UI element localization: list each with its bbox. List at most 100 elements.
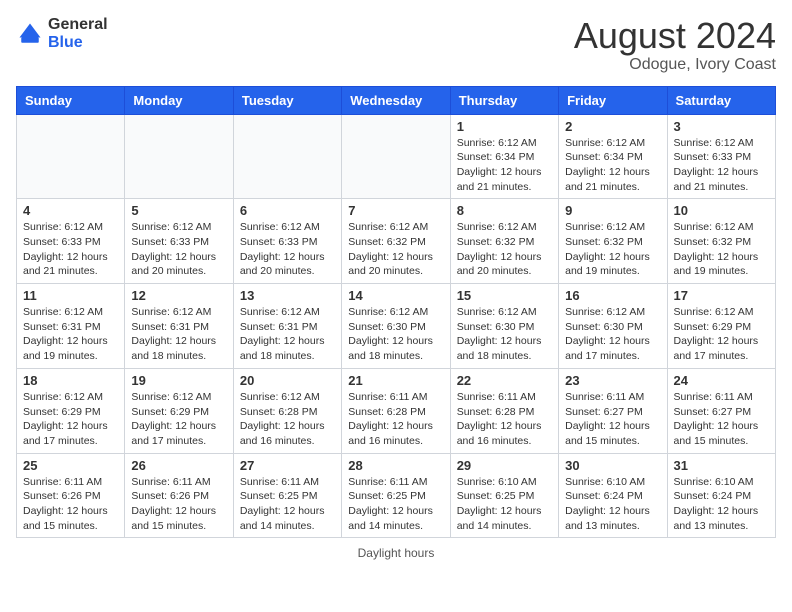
day-cell: 5Sunrise: 6:12 AM Sunset: 6:33 PM Daylig…: [125, 199, 233, 284]
day-cell: 9Sunrise: 6:12 AM Sunset: 6:32 PM Daylig…: [559, 199, 667, 284]
day-info: Sunrise: 6:12 AM Sunset: 6:30 PM Dayligh…: [457, 305, 552, 364]
day-info: Sunrise: 6:11 AM Sunset: 6:27 PM Dayligh…: [565, 390, 660, 449]
day-number: 20: [240, 373, 335, 388]
column-header-thursday: Thursday: [450, 86, 558, 114]
column-header-saturday: Saturday: [667, 86, 775, 114]
logo-blue-text: Blue: [48, 34, 108, 52]
footer-note: Daylight hours: [16, 546, 776, 560]
day-number: 3: [674, 119, 769, 134]
day-info: Sunrise: 6:11 AM Sunset: 6:25 PM Dayligh…: [348, 475, 443, 534]
day-cell: 20 Sunrise: 6:12 AM Sunset: 6:28 PM Dayli…: [233, 368, 341, 453]
day-cell: [17, 114, 125, 199]
week-row-4: 18Sunrise: 6:12 AM Sunset: 6:29 PM Dayli…: [17, 368, 776, 453]
day-cell: 24Sunrise: 6:11 AM Sunset: 6:27 PM Dayli…: [667, 368, 775, 453]
day-info: Sunrise: 6:12 AM Sunset: 6:34 PM Dayligh…: [565, 136, 660, 195]
week-row-1: 1 Sunrise: 6:12 AM Sunset: 6:34 PM Daylig…: [17, 114, 776, 199]
day-info: Sunrise: 6:12 AM Sunset: 6:28 PM Dayligh…: [240, 390, 335, 449]
day-info: Sunrise: 6:12 AM Sunset: 6:33 PM Dayligh…: [240, 220, 335, 279]
day-cell: 26Sunrise: 6:11 AM Sunset: 6:26 PM Dayli…: [125, 453, 233, 538]
day-number: 15: [457, 288, 552, 303]
day-cell: 2 Sunrise: 6:12 AM Sunset: 6:34 PM Daylig…: [559, 114, 667, 199]
day-info: Sunrise: 6:10 AM Sunset: 6:25 PM Dayligh…: [457, 475, 552, 534]
column-header-friday: Friday: [559, 86, 667, 114]
day-cell: 17Sunrise: 6:12 AM Sunset: 6:29 PM Dayli…: [667, 284, 775, 369]
day-info: Sunrise: 6:12 AM Sunset: 6:34 PM Dayligh…: [457, 136, 552, 195]
day-cell: 10 Sunrise: 6:12 AM Sunset: 6:32 PM Dayli…: [667, 199, 775, 284]
day-info: Sunrise: 6:12 AM Sunset: 6:30 PM Dayligh…: [348, 305, 443, 364]
day-info: Sunrise: 6:12 AM Sunset: 6:32 PM Dayligh…: [457, 220, 552, 279]
day-cell: 31 Sunrise: 6:10 AM Sunset: 6:24 PM Dayli…: [667, 453, 775, 538]
day-number: 23: [565, 373, 660, 388]
day-number: 5: [131, 203, 226, 218]
day-cell: 7Sunrise: 6:12 AM Sunset: 6:32 PM Daylig…: [342, 199, 450, 284]
month-year-title: August 2024: [574, 16, 776, 56]
logo-icon: [16, 20, 44, 48]
day-number: 1: [457, 119, 552, 134]
day-number: 29: [457, 458, 552, 473]
day-number: 6: [240, 203, 335, 218]
day-cell: 23 Sunrise: 6:11 AM Sunset: 6:27 PM Dayli…: [559, 368, 667, 453]
week-row-2: 4 Sunrise: 6:12 AM Sunset: 6:33 PM Daylig…: [17, 199, 776, 284]
day-cell: 18Sunrise: 6:12 AM Sunset: 6:29 PM Dayli…: [17, 368, 125, 453]
column-header-wednesday: Wednesday: [342, 86, 450, 114]
day-cell: 6 Sunrise: 6:12 AM Sunset: 6:33 PM Daylig…: [233, 199, 341, 284]
day-cell: 19Sunrise: 6:12 AM Sunset: 6:29 PM Dayli…: [125, 368, 233, 453]
day-number: 17: [674, 288, 769, 303]
column-header-tuesday: Tuesday: [233, 86, 341, 114]
day-number: 10: [674, 203, 769, 218]
calendar-header: SundayMondayTuesdayWednesdayThursdayFrid…: [17, 86, 776, 114]
day-cell: 13Sunrise: 6:12 AM Sunset: 6:31 PM Dayli…: [233, 284, 341, 369]
day-cell: [233, 114, 341, 199]
day-cell: 30Sunrise: 6:10 AM Sunset: 6:24 PM Dayli…: [559, 453, 667, 538]
day-cell: 15 Sunrise: 6:12 AM Sunset: 6:30 PM Dayli…: [450, 284, 558, 369]
day-cell: 8 Sunrise: 6:12 AM Sunset: 6:32 PM Daylig…: [450, 199, 558, 284]
day-info: Sunrise: 6:11 AM Sunset: 6:27 PM Dayligh…: [674, 390, 769, 449]
day-info: Sunrise: 6:11 AM Sunset: 6:26 PM Dayligh…: [131, 475, 226, 534]
day-cell: 14 Sunrise: 6:12 AM Sunset: 6:30 PM Dayli…: [342, 284, 450, 369]
day-cell: 11 Sunrise: 6:12 AM Sunset: 6:31 PM Dayli…: [17, 284, 125, 369]
day-number: 12: [131, 288, 226, 303]
calendar-table: SundayMondayTuesdayWednesdayThursdayFrid…: [16, 86, 776, 539]
day-info: Sunrise: 6:12 AM Sunset: 6:31 PM Dayligh…: [23, 305, 118, 364]
day-info: Sunrise: 6:12 AM Sunset: 6:31 PM Dayligh…: [131, 305, 226, 364]
day-info: Sunrise: 6:12 AM Sunset: 6:32 PM Dayligh…: [348, 220, 443, 279]
day-cell: 22Sunrise: 6:11 AM Sunset: 6:28 PM Dayli…: [450, 368, 558, 453]
day-info: Sunrise: 6:12 AM Sunset: 6:31 PM Dayligh…: [240, 305, 335, 364]
day-number: 25: [23, 458, 118, 473]
footer-text: Daylight hours: [358, 546, 435, 560]
day-info: Sunrise: 6:12 AM Sunset: 6:32 PM Dayligh…: [565, 220, 660, 279]
day-cell: 3 Sunrise: 6:12 AM Sunset: 6:33 PM Daylig…: [667, 114, 775, 199]
day-info: Sunrise: 6:11 AM Sunset: 6:26 PM Dayligh…: [23, 475, 118, 534]
day-cell: [125, 114, 233, 199]
day-number: 16: [565, 288, 660, 303]
day-number: 2: [565, 119, 660, 134]
calendar-body: 1 Sunrise: 6:12 AM Sunset: 6:34 PM Daylig…: [17, 114, 776, 538]
day-info: Sunrise: 6:10 AM Sunset: 6:24 PM Dayligh…: [674, 475, 769, 534]
day-cell: 25 Sunrise: 6:11 AM Sunset: 6:26 PM Dayli…: [17, 453, 125, 538]
day-cell: 28 Sunrise: 6:11 AM Sunset: 6:25 PM Dayli…: [342, 453, 450, 538]
day-number: 31: [674, 458, 769, 473]
column-header-monday: Monday: [125, 86, 233, 114]
day-info: Sunrise: 6:12 AM Sunset: 6:29 PM Dayligh…: [23, 390, 118, 449]
day-cell: [342, 114, 450, 199]
week-row-3: 11 Sunrise: 6:12 AM Sunset: 6:31 PM Dayli…: [17, 284, 776, 369]
day-cell: 27Sunrise: 6:11 AM Sunset: 6:25 PM Dayli…: [233, 453, 341, 538]
day-cell: 4Sunrise: 6:12 AM Sunset: 6:33 PM Daylig…: [17, 199, 125, 284]
day-info: Sunrise: 6:11 AM Sunset: 6:25 PM Dayligh…: [240, 475, 335, 534]
day-number: 11: [23, 288, 118, 303]
week-row-5: 25 Sunrise: 6:11 AM Sunset: 6:26 PM Dayli…: [17, 453, 776, 538]
logo-text: General Blue: [48, 16, 108, 51]
day-cell: 21Sunrise: 6:11 AM Sunset: 6:28 PM Dayli…: [342, 368, 450, 453]
day-number: 14: [348, 288, 443, 303]
day-number: 22: [457, 373, 552, 388]
day-info: Sunrise: 6:11 AM Sunset: 6:28 PM Dayligh…: [348, 390, 443, 449]
day-number: 4: [23, 203, 118, 218]
day-number: 30: [565, 458, 660, 473]
day-number: 28: [348, 458, 443, 473]
logo-general-text: General: [48, 16, 108, 34]
location-text: Odogue, Ivory Coast: [574, 56, 776, 74]
header-row: SundayMondayTuesdayWednesdayThursdayFrid…: [17, 86, 776, 114]
day-info: Sunrise: 6:12 AM Sunset: 6:33 PM Dayligh…: [674, 136, 769, 195]
day-info: Sunrise: 6:12 AM Sunset: 6:32 PM Dayligh…: [674, 220, 769, 279]
day-number: 8: [457, 203, 552, 218]
